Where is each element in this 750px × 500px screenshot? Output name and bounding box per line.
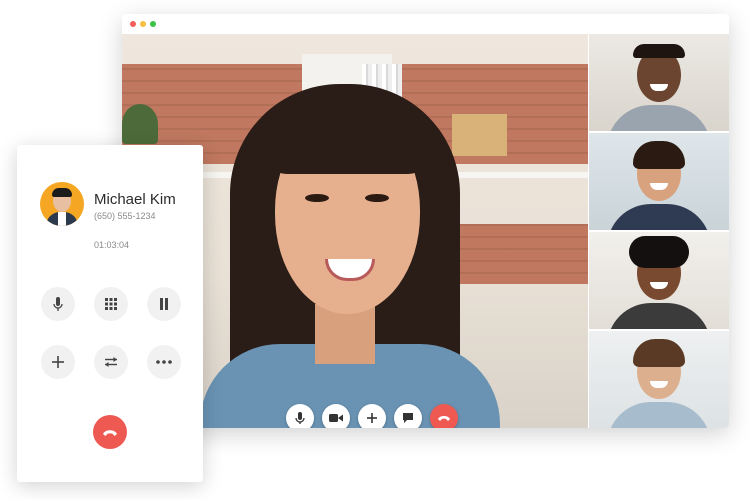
more-dots-icon (156, 360, 172, 364)
participant-thumbnail[interactable] (589, 331, 729, 428)
phone-hangup-icon (103, 429, 117, 436)
window-maximize-dot[interactable] (150, 21, 156, 27)
hold-button[interactable] (147, 287, 181, 321)
transfer-button[interactable] (94, 345, 128, 379)
chat-bubble-icon (403, 413, 413, 423)
window-close-dot[interactable] (130, 21, 136, 27)
avatar (40, 182, 84, 226)
phone-call-card: Michael Kim (650) 555-1234 01:03:04 (17, 145, 203, 482)
participant-thumbnails (589, 34, 729, 428)
microphone-icon (53, 297, 63, 311)
video-camera-icon (329, 414, 343, 422)
call-timer: 01:03:04 (94, 240, 130, 250)
caller-number: (650) 555-1234 (94, 211, 156, 221)
microphone-icon (295, 412, 305, 424)
mute-button[interactable] (41, 287, 75, 321)
add-call-button[interactable] (41, 345, 75, 379)
video-add-button[interactable] (358, 404, 386, 428)
participant-thumbnail[interactable] (589, 34, 729, 131)
main-participant (200, 74, 500, 428)
video-end-call-button[interactable] (430, 404, 458, 428)
plus-icon (52, 356, 64, 368)
window-titlebar (122, 14, 729, 34)
video-camera-button[interactable] (322, 404, 350, 428)
participant-thumbnail[interactable] (589, 133, 729, 230)
video-chat-button[interactable] (394, 404, 422, 428)
keypad-grid-icon (105, 298, 117, 310)
transfer-arrows-icon (105, 357, 117, 367)
window-minimize-dot[interactable] (140, 21, 146, 27)
more-options-button[interactable] (147, 345, 181, 379)
pause-icon (160, 298, 168, 310)
call-actions-grid (41, 287, 181, 379)
background-plant (122, 104, 158, 144)
phone-hangup-icon (438, 416, 450, 421)
video-call-controls (286, 404, 458, 428)
video-mic-button[interactable] (286, 404, 314, 428)
end-call-button[interactable] (93, 415, 127, 449)
caller-name: Michael Kim (94, 191, 176, 208)
participant-thumbnail[interactable] (589, 232, 729, 329)
video-call-window (122, 14, 729, 428)
keypad-button[interactable] (94, 287, 128, 321)
plus-icon (367, 413, 377, 423)
